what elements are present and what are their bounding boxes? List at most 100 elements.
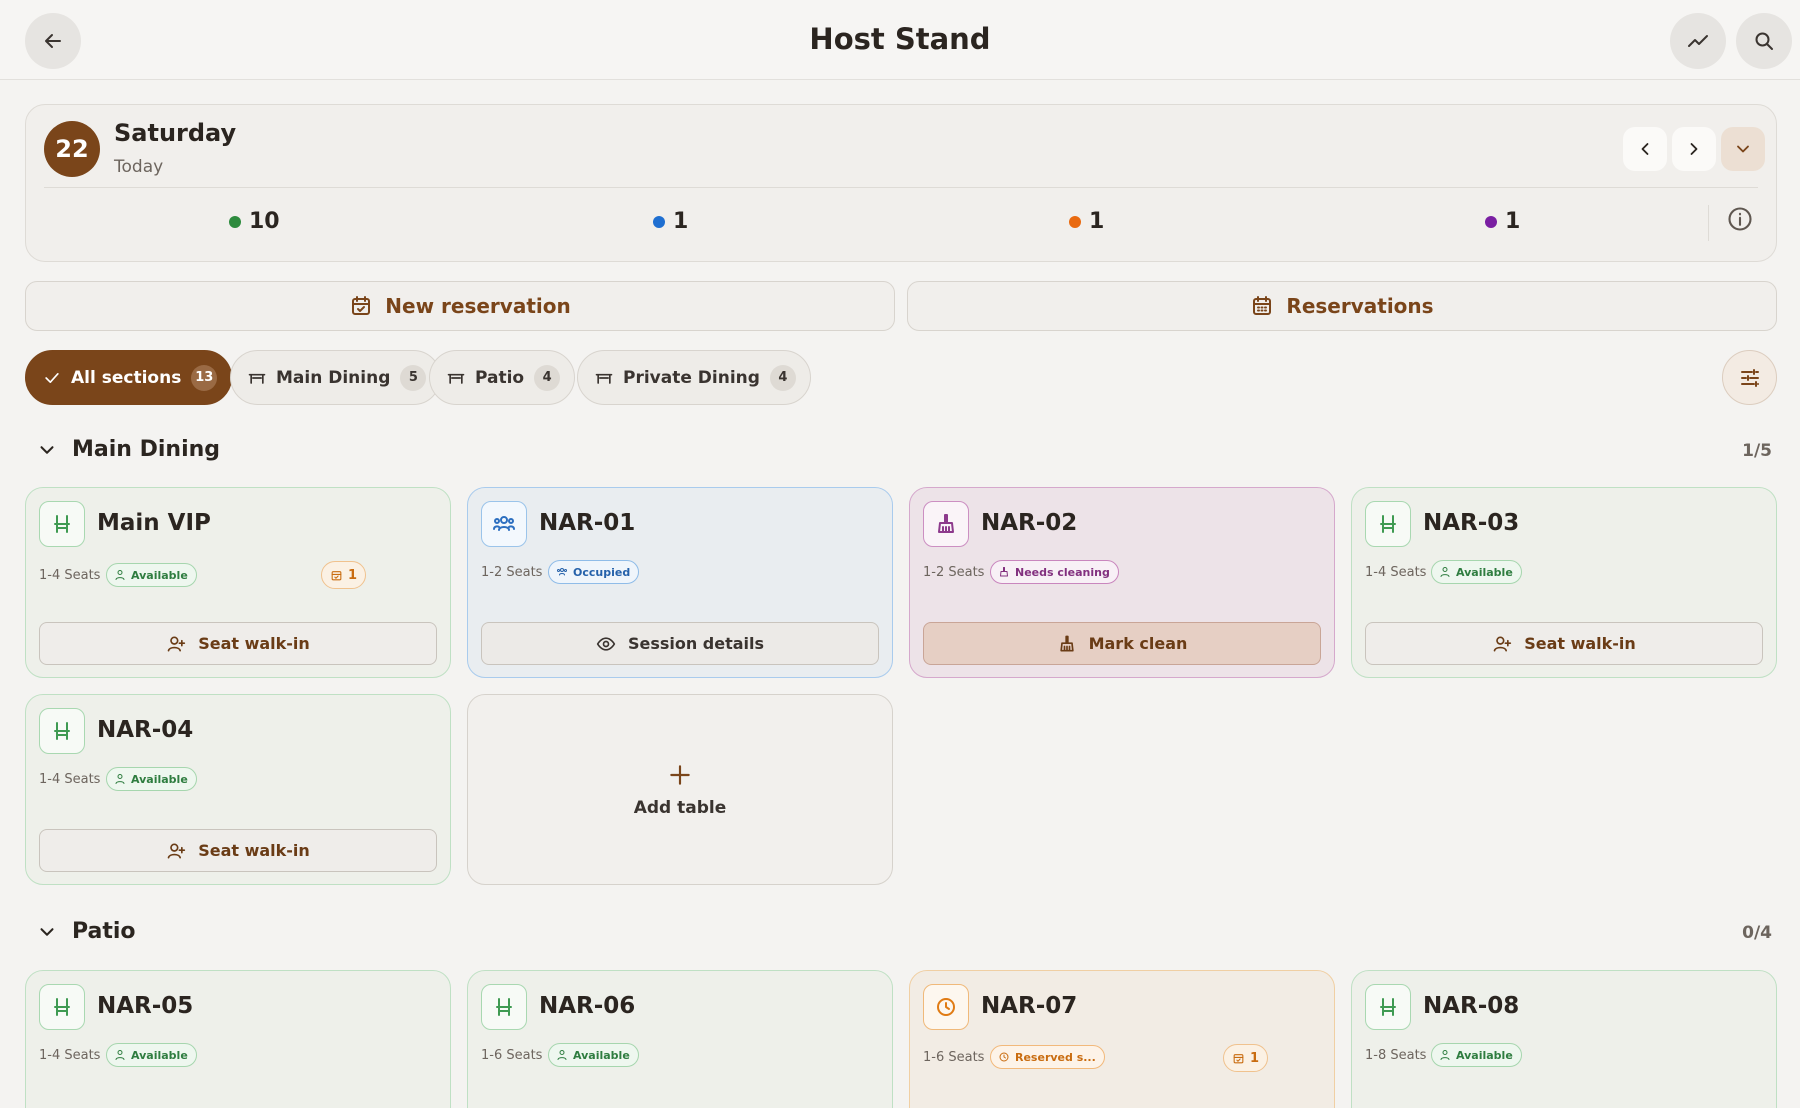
add-table-label: Add table xyxy=(633,797,727,818)
sliders-icon xyxy=(1740,368,1759,387)
section-header-main-dining[interactable]: Main Dining xyxy=(36,437,220,462)
status-label: Available xyxy=(131,1048,188,1062)
add-table-button[interactable]: Add table xyxy=(467,694,893,885)
users-icon xyxy=(493,516,515,531)
day-subtitle: Today xyxy=(114,157,164,177)
filter-button[interactable] xyxy=(1722,350,1777,405)
table-seats: 1-2 Seats xyxy=(923,565,985,580)
table-name: NAR-08 xyxy=(1423,993,1520,1019)
seat-walk-in-button[interactable]: Seat walk-in xyxy=(39,829,437,872)
status-dot xyxy=(1069,215,1081,228)
search-button[interactable] xyxy=(1736,13,1792,69)
reservation-count: 1 xyxy=(1250,1050,1260,1066)
person-icon xyxy=(557,1050,567,1060)
date-summary-card: 22 Saturday Today 10 1 1 1 xyxy=(25,104,1777,262)
table-name: Main VIP xyxy=(97,510,211,536)
analytics-button[interactable] xyxy=(1670,13,1726,69)
table-card[interactable]: NAR-07 1-6 Seats Reserved s... 1 xyxy=(909,970,1335,1108)
broom-icon xyxy=(938,514,954,533)
reservation-count-badge[interactable]: 1 xyxy=(321,561,367,589)
status-badge: Available xyxy=(106,1043,197,1067)
chip-count: 4 xyxy=(534,364,561,391)
table-status-icon xyxy=(39,501,85,547)
reservations-button[interactable]: Reservations xyxy=(907,281,1777,331)
chevron-left-icon xyxy=(1641,143,1649,155)
table-card[interactable]: NAR-03 1-4 Seats Available Seat walk-in xyxy=(1351,487,1777,678)
stat-occupied: 1 xyxy=(653,209,688,234)
chevron-down-icon xyxy=(1737,145,1749,153)
chair-icon xyxy=(1380,998,1396,1016)
seat-walk-in-button[interactable]: Seat walk-in xyxy=(1365,622,1763,665)
action-label: Seat walk-in xyxy=(198,841,310,860)
broom-icon xyxy=(1000,567,1008,577)
table-seats: 1-8 Seats xyxy=(1365,1048,1427,1063)
table-card[interactable]: Main VIP 1-4 Seats Available 1 Seat walk… xyxy=(25,487,451,678)
chip-all-sections[interactable]: All sections 13 xyxy=(25,350,233,405)
chip-private-dining[interactable]: Private Dining 4 xyxy=(577,350,811,405)
users-icon xyxy=(557,568,567,576)
divider xyxy=(1708,205,1709,241)
search-icon xyxy=(1755,32,1773,50)
table-seats: 1-6 Seats xyxy=(923,1050,985,1065)
chair-icon xyxy=(54,722,70,740)
seat-walk-in-button[interactable]: Seat walk-in xyxy=(39,622,437,665)
table-status-icon xyxy=(1365,984,1411,1030)
section-occupancy-count: 0/4 xyxy=(1742,923,1772,943)
table-card[interactable]: NAR-02 1-2 Seats Needs cleaning Mark cle… xyxy=(909,487,1335,678)
stat-value: 1 xyxy=(1089,209,1105,234)
chip-main-dining[interactable]: Main Dining 5 xyxy=(230,350,442,405)
person-icon xyxy=(115,570,125,580)
table-card[interactable]: NAR-06 1-6 Seats Available xyxy=(467,970,893,1108)
person-icon xyxy=(1440,1050,1450,1060)
reservation-count-badge[interactable]: 1 xyxy=(1223,1044,1269,1072)
chevron-right-icon xyxy=(1690,143,1698,155)
status-badge: Available xyxy=(1431,560,1522,584)
status-badge: Reserved s... xyxy=(990,1045,1105,1069)
clock-icon xyxy=(937,998,955,1016)
legend-info-button[interactable] xyxy=(1726,205,1754,233)
chip-label: All sections xyxy=(71,367,182,388)
session-details-button[interactable]: Session details xyxy=(481,622,879,665)
calendar-check-icon xyxy=(331,570,342,580)
table-card[interactable]: NAR-08 1-8 Seats Available xyxy=(1351,970,1777,1108)
action-label: Session details xyxy=(627,634,765,653)
status-dot xyxy=(653,215,665,228)
calendar-icon xyxy=(1253,296,1272,315)
table-icon xyxy=(595,373,613,384)
new-reservation-button[interactable]: New reservation xyxy=(25,281,895,331)
table-seats: 1-6 Seats xyxy=(481,1048,543,1063)
chip-patio[interactable]: Patio 4 xyxy=(429,350,576,405)
chevron-down-icon xyxy=(40,927,54,936)
table-name: NAR-04 xyxy=(97,717,194,743)
table-status-icon xyxy=(481,501,527,547)
table-name: NAR-07 xyxy=(981,993,1078,1019)
table-seats: 1-4 Seats xyxy=(39,772,101,787)
table-seats: 1-2 Seats xyxy=(481,565,543,580)
action-label: Seat walk-in xyxy=(198,634,310,653)
table-card[interactable]: NAR-04 1-4 Seats Available Seat walk-in xyxy=(25,694,451,885)
table-seats: 1-4 Seats xyxy=(1365,565,1427,580)
status-badge: Occupied xyxy=(548,560,640,584)
mark-clean-button[interactable]: Mark clean xyxy=(923,622,1321,665)
chair-icon xyxy=(54,998,70,1016)
divider xyxy=(44,187,1758,188)
date-picker-toggle[interactable] xyxy=(1721,127,1765,171)
status-label: Available xyxy=(131,772,188,786)
status-label: Available xyxy=(1456,1048,1513,1062)
clock-icon xyxy=(999,1052,1009,1062)
info-icon xyxy=(1728,207,1752,231)
status-label: Available xyxy=(131,568,188,582)
person-icon xyxy=(115,774,125,784)
table-icon xyxy=(447,373,465,384)
stat-value: 1 xyxy=(673,209,689,234)
previous-day-button[interactable] xyxy=(1623,127,1667,171)
status-badge: Available xyxy=(1431,1043,1522,1067)
chair-icon xyxy=(1380,515,1396,533)
section-header-patio[interactable]: Patio xyxy=(36,919,136,944)
status-label: Available xyxy=(1456,565,1513,579)
table-card[interactable]: NAR-01 1-2 Seats Occupied Session detail… xyxy=(467,487,893,678)
broom-icon xyxy=(1059,635,1074,651)
table-name: NAR-02 xyxy=(981,510,1078,536)
next-day-button[interactable] xyxy=(1672,127,1716,171)
table-card[interactable]: NAR-05 1-4 Seats Available xyxy=(25,970,451,1108)
